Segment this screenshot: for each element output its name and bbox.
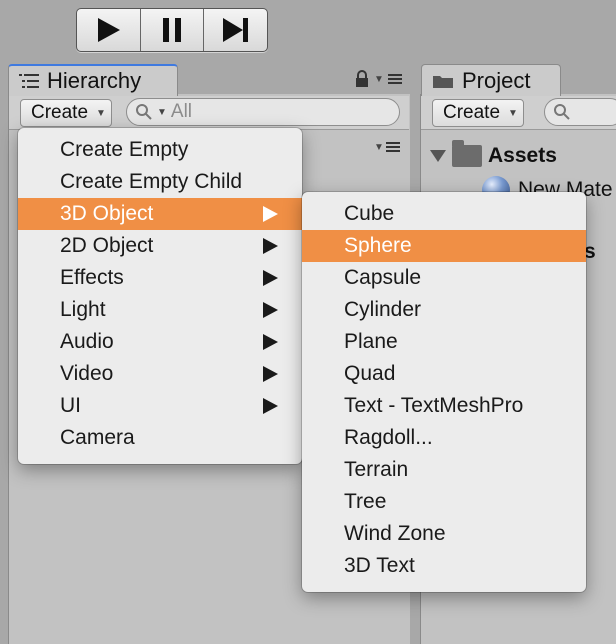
- menu-item-terrain[interactable]: Terrain: [302, 454, 586, 486]
- menu-item-label: Video: [60, 362, 114, 385]
- menu-item-ui[interactable]: UI: [18, 390, 302, 422]
- submenu-arrow-icon: [263, 366, 278, 382]
- menu-item-label: Text - TextMeshPro: [344, 394, 524, 417]
- hierarchy-search-input[interactable]: ▼ All: [126, 98, 400, 126]
- menu-item-label: Effects: [60, 266, 124, 289]
- menu-item-light[interactable]: Light: [18, 294, 302, 326]
- menu-item-cube[interactable]: Cube: [302, 198, 586, 230]
- search-placeholder: All: [170, 101, 193, 122]
- hierarchy-create-button[interactable]: Create ▼: [20, 99, 112, 127]
- menu-item-label: Capsule: [344, 266, 422, 289]
- menu-item-label: 3D Text: [344, 554, 415, 577]
- menu-item-video[interactable]: Video: [18, 358, 302, 390]
- menu-item-label: Create Empty: [60, 138, 189, 161]
- menu-item-label: Plane: [344, 330, 398, 353]
- menu-item-3d-text[interactable]: 3D Text: [302, 550, 586, 582]
- folder-icon: [433, 75, 453, 88]
- menu-item-label: Cylinder: [344, 298, 422, 321]
- submenu-arrow-icon: [263, 206, 278, 222]
- play-icon: [98, 18, 121, 42]
- search-icon: [136, 104, 152, 120]
- menu-item-audio[interactable]: Audio: [18, 326, 302, 358]
- menu-item-label: Cube: [344, 202, 395, 225]
- menu-item-3d-object[interactable]: 3D Object: [18, 198, 302, 230]
- step-icon: [222, 18, 248, 42]
- submenu-arrow-icon: [263, 334, 278, 350]
- menu-item-label: Create Empty Child: [60, 170, 243, 193]
- expand-arrow-icon[interactable]: [430, 150, 446, 162]
- create-label: Create: [443, 102, 501, 123]
- menu-item-label: UI: [60, 394, 81, 417]
- create-label: Create: [31, 102, 89, 123]
- menu-item-effects[interactable]: Effects: [18, 262, 302, 294]
- menu-item-label: Tree: [344, 490, 387, 513]
- step-button[interactable]: [204, 9, 267, 51]
- submenu-arrow-icon: [263, 270, 278, 286]
- search-icon: [554, 104, 570, 120]
- project-create-button[interactable]: Create ▼: [432, 99, 524, 127]
- menu-item-tree[interactable]: Tree: [302, 486, 586, 518]
- playback-controls: [76, 8, 268, 52]
- menu-item-wind-zone[interactable]: Wind Zone: [302, 518, 586, 550]
- tab-label: Hierarchy: [47, 68, 142, 93]
- pause-icon: [163, 18, 181, 42]
- create-menu: Create Empty Create Empty Child 3D Object 2…: [18, 128, 302, 464]
- hierarchy-icon: [19, 74, 39, 88]
- folder-icon: [452, 140, 482, 167]
- assets-label: Assets: [488, 144, 557, 167]
- menu-item-label: Light: [60, 298, 106, 321]
- menu-item-label: Terrain: [344, 458, 409, 481]
- menu-item-label: 2D Object: [60, 234, 154, 257]
- scene-menu[interactable]: ▼: [374, 140, 400, 154]
- menu-item-label: Ragdoll...: [344, 426, 433, 449]
- menu-item-camera[interactable]: Camera: [18, 422, 302, 454]
- caret-icon: ▼: [374, 73, 384, 85]
- menu-item-cylinder[interactable]: Cylinder: [302, 294, 586, 326]
- dropdown-caret-icon: ▼: [508, 107, 518, 119]
- caret-icon: ▼: [374, 141, 384, 153]
- pause-button[interactable]: [141, 9, 205, 51]
- menu-item-text-textmeshpro[interactable]: Text - TextMeshPro: [302, 390, 586, 422]
- submenu-arrow-icon: [263, 398, 278, 414]
- tab-project[interactable]: Project: [421, 64, 561, 96]
- menu-lines-icon: [385, 140, 400, 154]
- menu-item-label: Sphere: [344, 234, 412, 257]
- menu-item-create-empty-child[interactable]: Create Empty Child: [18, 166, 302, 198]
- search-filter-caret-icon: ▼: [157, 106, 167, 118]
- menu-item-create-empty[interactable]: Create Empty: [18, 134, 302, 166]
- lock-icon[interactable]: [354, 70, 370, 88]
- menu-item-2d-object[interactable]: 2D Object: [18, 230, 302, 262]
- 3d-object-submenu: Cube Sphere Capsule Cylinder Plane Quad Text -…: [302, 192, 586, 592]
- menu-item-label: Audio: [60, 330, 114, 353]
- menu-item-label: Wind Zone: [344, 522, 446, 545]
- menu-item-label: Camera: [60, 426, 135, 449]
- tab-hierarchy[interactable]: Hierarchy: [8, 64, 178, 96]
- menu-item-sphere[interactable]: Sphere: [302, 230, 586, 262]
- panel-menu-icon[interactable]: [387, 72, 402, 86]
- menu-item-label: Quad: [344, 362, 396, 385]
- tab-label: Project: [462, 67, 531, 93]
- submenu-arrow-icon: [263, 238, 278, 254]
- project-search-input[interactable]: [544, 98, 616, 126]
- menu-item-label: 3D Object: [60, 202, 154, 225]
- play-button[interactable]: [77, 9, 141, 51]
- menu-item-capsule[interactable]: Capsule: [302, 262, 586, 294]
- menu-item-quad[interactable]: Quad: [302, 358, 586, 390]
- menu-item-plane[interactable]: Plane: [302, 326, 586, 358]
- menu-item-ragdoll[interactable]: Ragdoll...: [302, 422, 586, 454]
- dropdown-caret-icon: ▼: [96, 107, 106, 119]
- submenu-arrow-icon: [263, 302, 278, 318]
- assets-folder-row[interactable]: Assets: [430, 140, 557, 168]
- hierarchy-tab-controls: ▼: [354, 70, 402, 88]
